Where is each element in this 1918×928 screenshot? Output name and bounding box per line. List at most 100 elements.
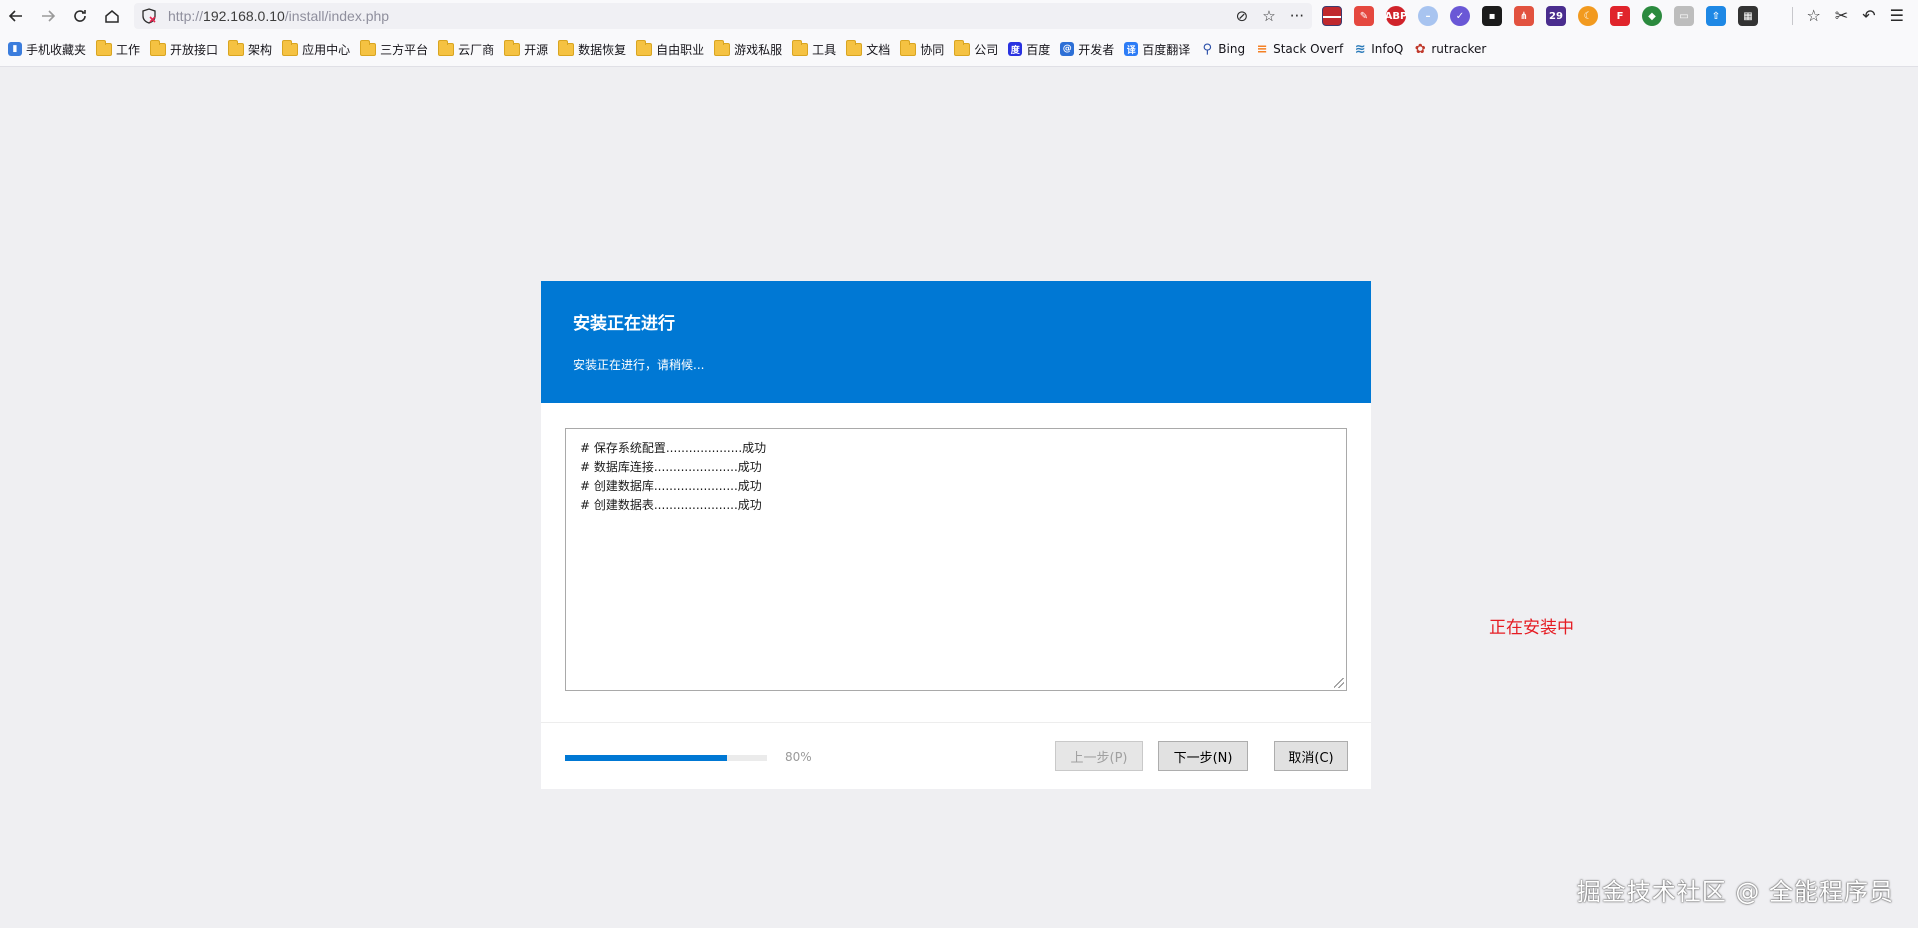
bookmark-label: Stack Overf: [1273, 42, 1344, 56]
prev-button[interactable]: 上一步(P): [1055, 741, 1143, 771]
folder-icon: [792, 39, 809, 56]
bookmark-label: 开源: [524, 42, 549, 57]
ext-badge-icon[interactable]: 29: [1546, 6, 1566, 26]
bookmark-item[interactable]: 文档: [846, 39, 891, 58]
url-text[interactable]: http://192.168.0.10/install/index.php: [168, 8, 389, 24]
bookmark-label: 云厂商: [458, 42, 495, 57]
bookmark-item[interactable]: ▮ 手机收藏夹: [8, 41, 86, 58]
resize-grip-icon[interactable]: [1334, 678, 1344, 688]
bookmark-item[interactable]: @ 开发者: [1060, 41, 1114, 58]
folder-icon: [438, 39, 455, 56]
ext-tree-icon[interactable]: ⋔: [1514, 6, 1534, 26]
bookmark-label: 百度翻译: [1142, 42, 1191, 57]
bookmark-item[interactable]: ≡ Stack Overf: [1255, 41, 1344, 57]
bookmark-label: InfoQ: [1371, 42, 1404, 56]
ext-shield-icon[interactable]: ◆: [1642, 6, 1662, 26]
bookmark-label: 手机收藏夹: [26, 42, 87, 57]
cancel-button[interactable]: 取消(C): [1274, 741, 1348, 771]
progress-fill: [565, 755, 727, 761]
bookmark-label: 开放接口: [170, 42, 219, 57]
baidu-icon: 度: [1008, 42, 1023, 56]
log-line: # 创建数据库......................成功: [580, 479, 762, 493]
dialog-header: 安装正在进行 安装正在进行，请稍候...: [541, 281, 1371, 403]
bookmark-item[interactable]: 自由职业: [636, 39, 705, 58]
dark-mode-moon-icon[interactable]: ☾: [1578, 6, 1598, 26]
bookmark-item[interactable]: ≋ InfoQ: [1353, 41, 1404, 57]
ext-grid-icon[interactable]: ▦: [1738, 6, 1758, 26]
bookmark-item[interactable]: 工具: [792, 39, 836, 58]
folder-icon: [228, 39, 245, 56]
bookmarks-bar: ▮ 手机收藏夹 工作 开放接口 架构 应用中心 三方平台 云厂商 开源 数据恢复 自由职业 游戏私服 工…: [0, 32, 1918, 67]
forward-icon[interactable]: [32, 0, 64, 32]
bookmark-label: 数据恢复: [578, 42, 627, 57]
log-line: # 保存系统配置....................成功: [580, 441, 767, 455]
watermark: 掘金技术社区 @ 全能程序员: [1576, 878, 1894, 906]
home-icon[interactable]: [96, 0, 128, 32]
reload-icon[interactable]: [64, 0, 96, 32]
search-icon: ⚲: [1202, 41, 1213, 57]
log-line: # 数据库连接......................成功: [580, 460, 762, 474]
insecure-shield-icon[interactable]: [134, 8, 164, 24]
install-log-textarea[interactable]: # 保存系统配置....................成功 # 数据库连接..…: [565, 428, 1347, 691]
menu-icon[interactable]: ☰: [1890, 6, 1904, 25]
tracking-protection-icon[interactable]: ⊘: [1236, 7, 1249, 25]
bookmark-label: 架构: [248, 42, 273, 57]
ext-check-icon[interactable]: ✓: [1450, 6, 1470, 26]
bookmark-label: 自由职业: [656, 42, 705, 57]
bookmark-star-icon[interactable]: ☆: [1262, 7, 1275, 25]
flag-extension-icon[interactable]: [1322, 6, 1342, 26]
bookmark-label: 公司: [974, 42, 999, 57]
browser-toolbar: http://192.168.0.10/install/index.php ⊘ …: [0, 0, 1918, 32]
folder-icon: [360, 39, 377, 56]
bookmark-item[interactable]: ⚲ Bing: [1200, 41, 1246, 57]
folder-icon: [150, 39, 167, 56]
installing-status-note: 正在安装中: [1489, 618, 1574, 638]
ext-dark-icon[interactable]: ▪: [1482, 6, 1502, 26]
bookmark-item[interactable]: 游戏私服: [714, 39, 783, 58]
bookmark-item[interactable]: 度百度: [1008, 41, 1050, 58]
bookmark-item[interactable]: 译百度翻译: [1124, 41, 1190, 58]
bookmarks-menu-icon[interactable]: ☆: [1807, 6, 1821, 25]
next-button[interactable]: 下一步(N): [1158, 741, 1248, 771]
ext-red-icon[interactable]: F: [1610, 6, 1630, 26]
back-icon[interactable]: [0, 0, 32, 32]
bookmark-item[interactable]: 开源: [504, 39, 549, 58]
bookmark-label: Bing: [1218, 42, 1246, 56]
developer-icon: @: [1060, 42, 1075, 56]
folder-icon: [954, 39, 971, 56]
address-bar[interactable]: http://192.168.0.10/install/index.php ⊘ …: [134, 3, 1312, 29]
url-prefix: http://: [168, 8, 204, 24]
undo-close-icon[interactable]: ↶: [1862, 6, 1875, 25]
bookmark-item[interactable]: 三方平台: [360, 39, 428, 58]
bookmark-item[interactable]: 开放接口: [150, 39, 219, 58]
folder-icon: [96, 39, 113, 56]
ext-gray-icon[interactable]: ▭: [1674, 6, 1694, 26]
bookmark-label: 开发者: [1078, 42, 1115, 57]
bookmark-label: 游戏私服: [734, 42, 783, 57]
bookmark-item[interactable]: 云厂商: [438, 39, 495, 58]
log-line: # 创建数据表......................成功: [580, 498, 762, 512]
bookmark-label: 百度: [1026, 42, 1051, 57]
adblock-icon[interactable]: ABP: [1385, 6, 1407, 26]
progress-bar: [565, 755, 767, 761]
stackoverflow-icon: ≡: [1256, 41, 1268, 57]
folder-icon: [636, 39, 653, 56]
page-actions-icon[interactable]: ···: [1290, 7, 1304, 25]
bookmark-item[interactable]: 工作: [96, 39, 140, 58]
bookmark-item[interactable]: 协同: [900, 39, 945, 58]
url-path: /install/index.php: [284, 8, 390, 24]
bookmark-label: 协同: [920, 42, 945, 57]
bookmark-item[interactable]: 应用中心: [282, 39, 351, 58]
ext-blue-icon[interactable]: ⇧: [1706, 6, 1726, 26]
folder-icon: [846, 39, 863, 56]
bookmark-item[interactable]: ✿ rutracker: [1413, 42, 1486, 57]
ext-circle-icon[interactable]: –: [1418, 6, 1438, 26]
screenshot-icon[interactable]: ✂: [1835, 6, 1848, 25]
infoq-icon: ≋: [1354, 41, 1366, 57]
ext-tool-icon[interactable]: ✎: [1354, 6, 1374, 26]
bookmark-label: 应用中心: [302, 42, 351, 57]
bookmark-item[interactable]: 公司: [954, 39, 999, 58]
bookmark-item[interactable]: 架构: [228, 39, 273, 58]
bookmark-item[interactable]: 数据恢复: [558, 39, 627, 58]
bookmark-label: 文档: [866, 42, 891, 57]
